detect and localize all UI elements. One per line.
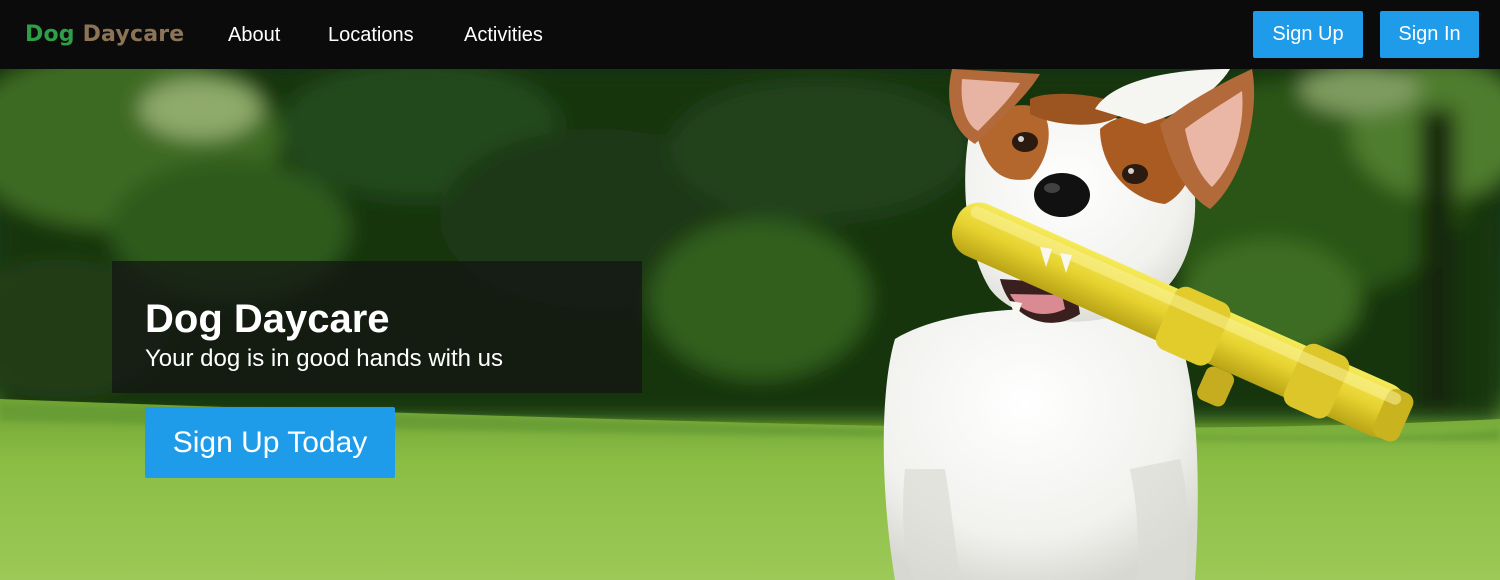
nav-link-about[interactable]: About (228, 22, 280, 48)
hero-title: Dog Daycare (145, 297, 390, 341)
sign-in-button[interactable]: Sign In (1380, 11, 1479, 58)
sign-up-button[interactable]: Sign Up (1253, 11, 1363, 58)
nav-link-activities[interactable]: Activities (464, 22, 543, 48)
hero-section: Dog Daycare Your dog is in good hands wi… (0, 69, 1500, 580)
hero-subtitle: Your dog is in good hands with us (145, 345, 504, 372)
top-navbar: Dog Daycare About Locations Activities S… (0, 0, 1500, 69)
brand-word-daycare: Daycare (82, 22, 185, 47)
sign-up-today-button[interactable]: Sign Up Today (145, 407, 395, 478)
brand-logo[interactable]: Dog Daycare (25, 20, 184, 50)
nav-link-locations[interactable]: Locations (328, 22, 414, 48)
brand-word-dog: Dog (25, 22, 75, 47)
